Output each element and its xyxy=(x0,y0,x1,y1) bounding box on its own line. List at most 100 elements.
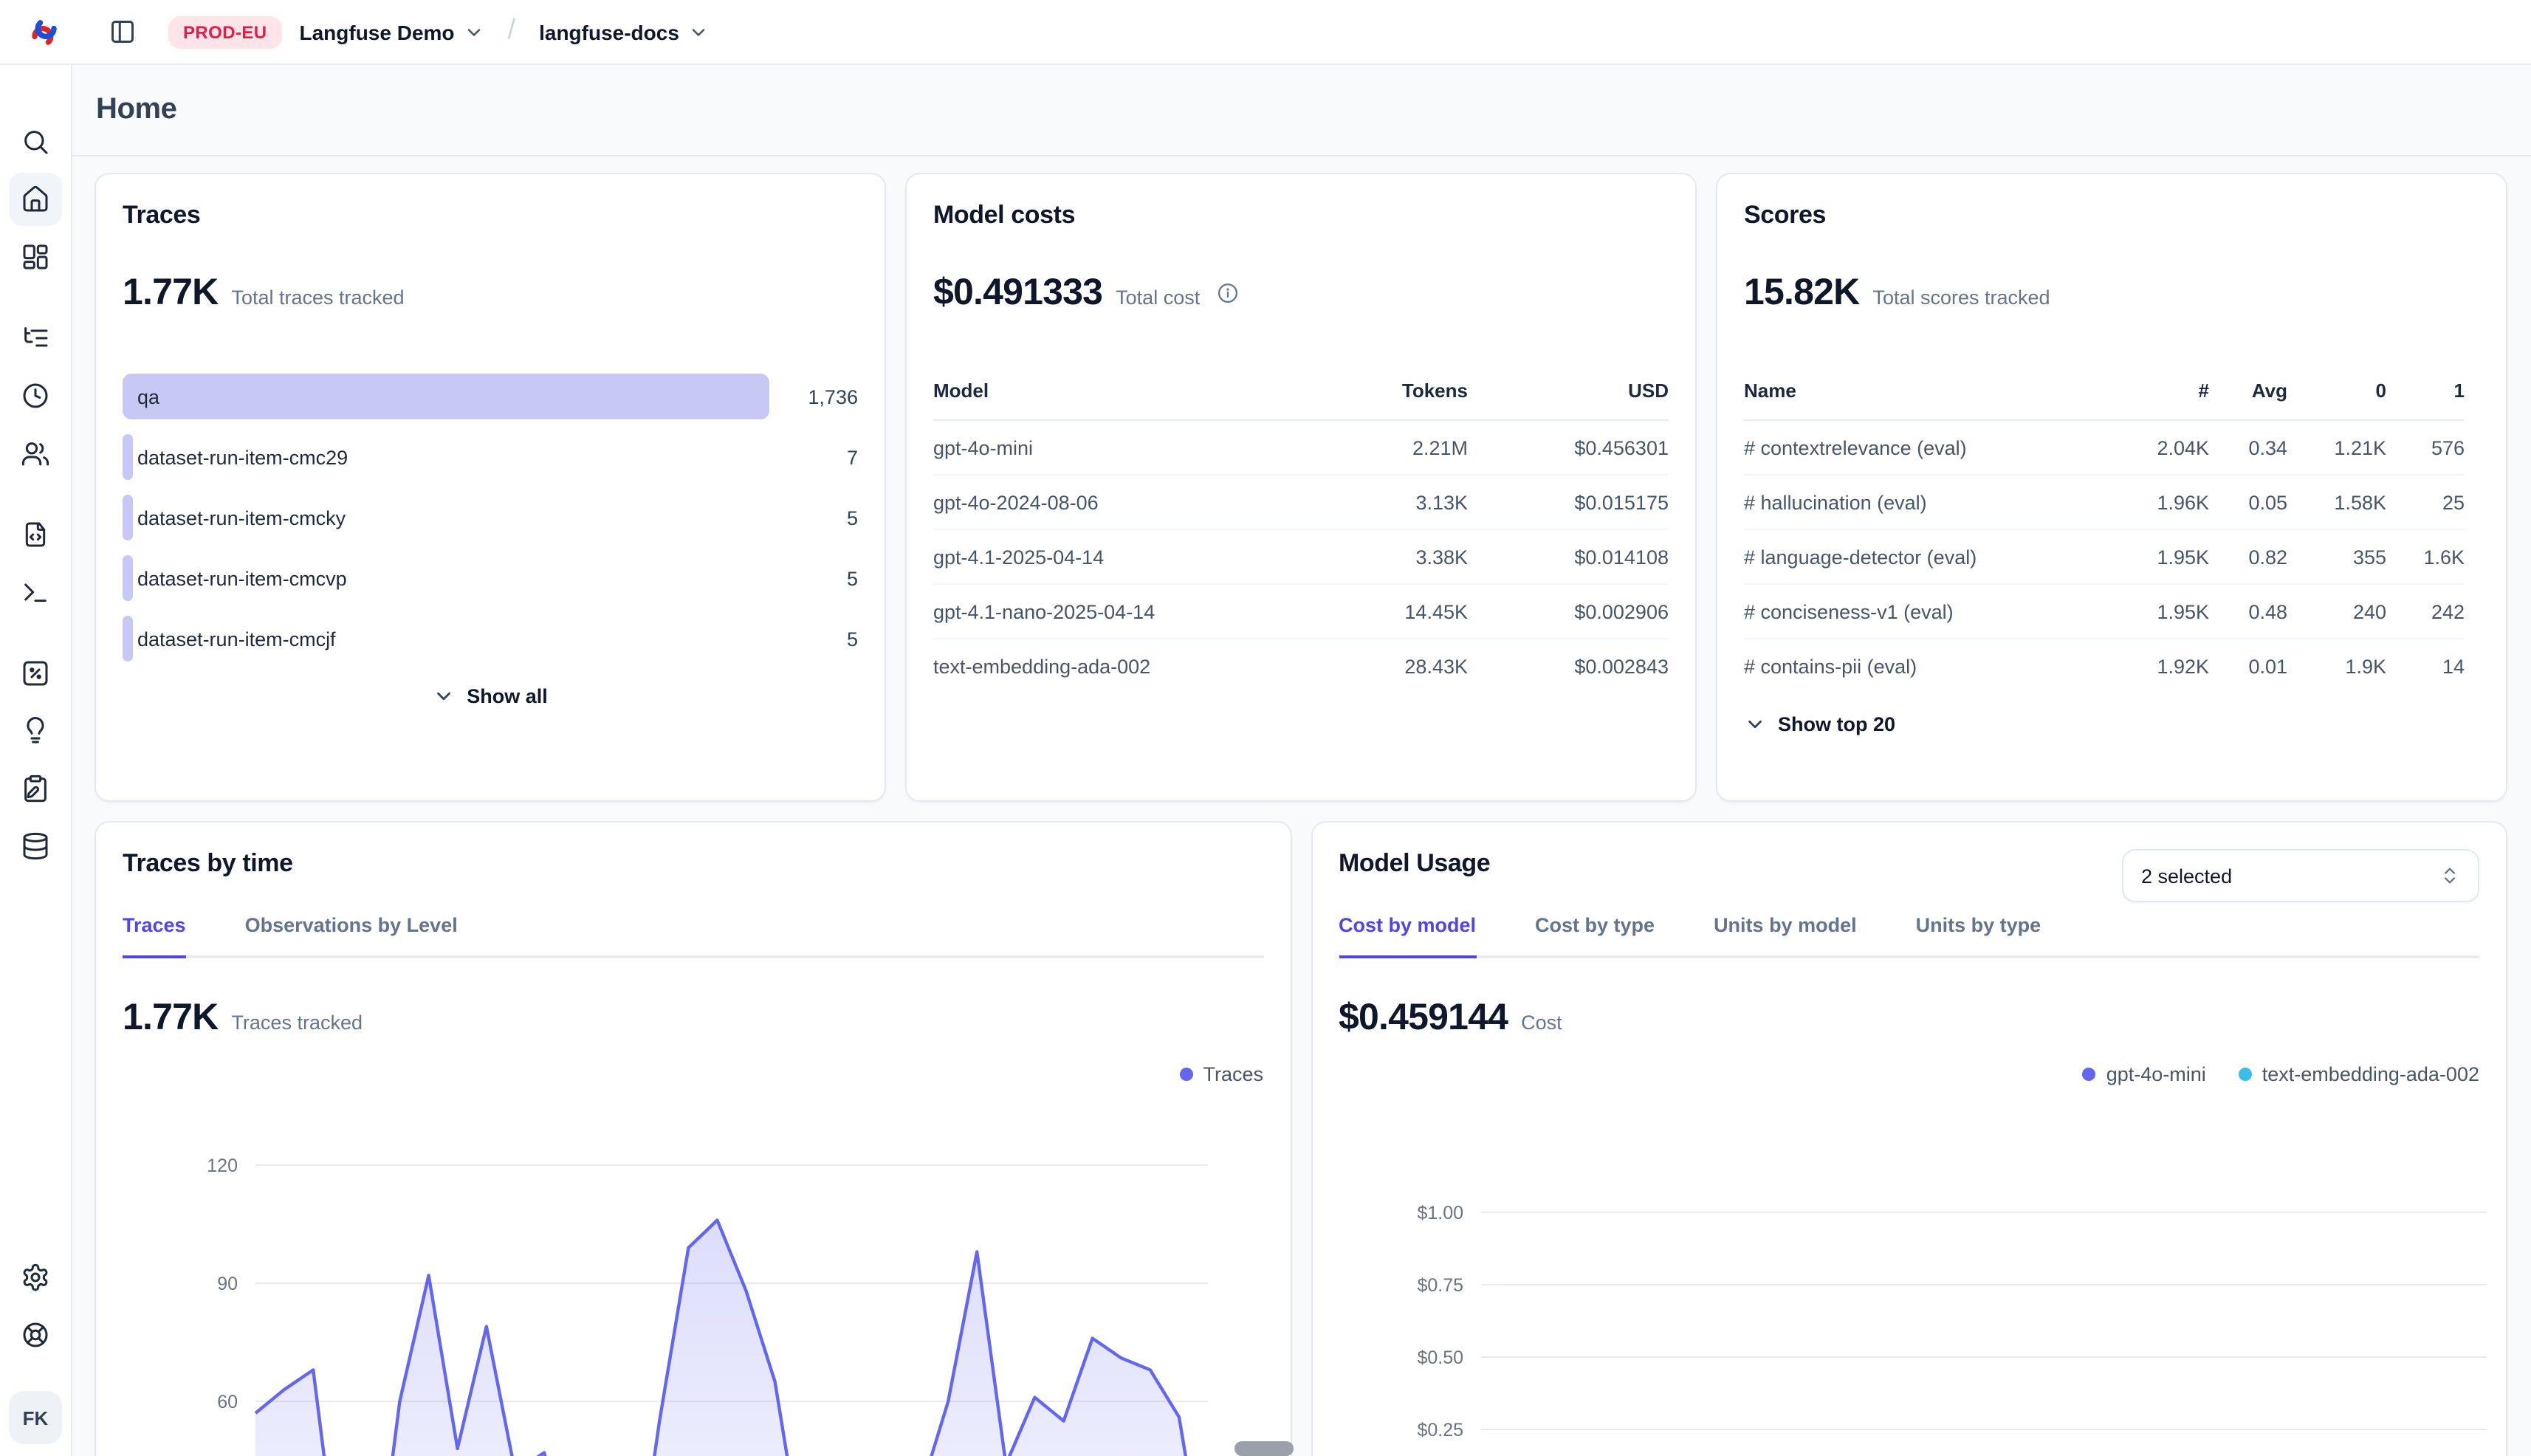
trace-bar xyxy=(123,616,132,662)
list-item[interactable]: dataset-run-item-cmc297 xyxy=(123,434,858,480)
tab-units-by-type[interactable]: Units by type xyxy=(1916,914,2041,958)
sidebar-item-dashboards[interactable] xyxy=(9,230,62,284)
list-item[interactable]: dataset-run-item-cmcky5 xyxy=(123,495,858,540)
database-icon xyxy=(21,831,50,861)
table-cell: 1.21K xyxy=(2287,436,2386,459)
table-cell: 14.45K xyxy=(1291,600,1468,622)
column-header: # xyxy=(2135,380,2209,402)
sidebar-item-sessions[interactable] xyxy=(9,369,62,422)
table-row: # conciseness-v1 (eval)1.95K0.48240242 xyxy=(1744,585,2465,639)
search-icon xyxy=(21,127,50,157)
sidebar-item-evals[interactable] xyxy=(9,704,62,758)
sidebar-item-annotation[interactable] xyxy=(9,762,62,815)
tab-observations-by-level[interactable]: Observations by Level xyxy=(245,914,458,958)
sidebar-item-prompts[interactable] xyxy=(9,508,62,561)
model-costs-metric: $0.491333 xyxy=(933,272,1102,315)
info-icon[interactable] xyxy=(1216,282,1238,304)
y-axis-tick-label: 60 xyxy=(217,1392,238,1412)
trace-bar xyxy=(123,555,132,601)
table-cell: 25 xyxy=(2386,491,2465,513)
list-item[interactable]: dataset-run-item-cmcvp5 xyxy=(123,555,858,601)
trace-name-label: dataset-run-item-cmcjf xyxy=(137,628,336,650)
chevron-down-icon xyxy=(433,685,455,707)
table-cell: # language-detector (eval) xyxy=(1744,546,2135,568)
chart-legend: gpt-4o-minitext-embedding-ada-002 xyxy=(1339,1063,2479,1085)
sidebar-item-support[interactable] xyxy=(9,1308,62,1361)
tab-cost-by-type[interactable]: Cost by type xyxy=(1535,914,1655,958)
table-cell: 576 xyxy=(2386,436,2465,459)
sidebar-item-search[interactable] xyxy=(9,115,62,168)
chevron-down-icon xyxy=(1744,713,1766,735)
column-header: Name xyxy=(1744,380,2135,402)
sidebar-item-users[interactable] xyxy=(9,427,62,480)
panel-left-icon xyxy=(109,18,136,46)
org-name: Langfuse Demo xyxy=(300,20,455,44)
list-item[interactable]: dataset-run-item-cmcjf5 xyxy=(123,616,858,662)
trace-name-label: dataset-run-item-cmcvp xyxy=(137,567,347,589)
project-name: langfuse-docs xyxy=(539,20,679,44)
horizontal-scrollbar-thumb[interactable] xyxy=(1234,1441,1294,1456)
settings-gear-icon xyxy=(21,1263,50,1292)
tab-cost-by-model[interactable]: Cost by model xyxy=(1339,914,1476,958)
sidebar-item-home[interactable] xyxy=(9,173,62,226)
model-usage-chart: $1.00$0.75$0.50$0.25 xyxy=(1339,1097,2486,1456)
show-all-button[interactable]: Show all xyxy=(123,685,858,707)
model-usage-tabs: Cost by model Cost by type Units by model U… xyxy=(1339,914,2479,958)
model-filter-select[interactable]: 2 selected xyxy=(2122,849,2479,902)
sidebar-item-datasets[interactable] xyxy=(9,820,62,873)
tab-units-by-model[interactable]: Units by model xyxy=(1714,914,1857,958)
traces-total-metric: 1.77K xyxy=(123,272,218,315)
scores-table: Name#Avg01# contextrelevance (eval)2.04K… xyxy=(1744,380,2479,694)
table-cell: 0.34 xyxy=(2209,436,2287,459)
table-cell: 1.96K xyxy=(2135,491,2209,513)
table-cell: # conciseness-v1 (eval) xyxy=(1744,600,2135,622)
table-cell: gpt-4o-mini xyxy=(933,436,1291,459)
y-axis-tick-label: $0.75 xyxy=(1416,1275,1463,1296)
table-cell: 1.95K xyxy=(2135,600,2209,622)
traces-tracked-label: Traces tracked xyxy=(231,1012,363,1034)
legend-dot xyxy=(1179,1068,1192,1081)
table-cell: 242 xyxy=(2386,600,2465,622)
org-switcher[interactable]: Langfuse Demo xyxy=(297,14,487,49)
project-switcher[interactable]: langfuse-docs xyxy=(536,14,712,49)
table-cell: 1.95K xyxy=(2135,546,2209,568)
sidebar-toggle-button[interactable] xyxy=(100,10,145,54)
model-usage-card: Model Usage 2 selected Cost by modelCost… xyxy=(1311,821,2507,1456)
column-header: Tokens xyxy=(1291,380,1468,402)
list-item[interactable]: qa1,736 xyxy=(123,374,858,419)
show-top-20-button[interactable]: Show top 20 xyxy=(1744,713,2479,735)
traces-by-time-card: Traces by time TracesObservations by Lev… xyxy=(95,821,1291,1456)
table-row: # language-detector (eval)1.95K0.823551.… xyxy=(1744,530,2465,585)
table-cell: 14 xyxy=(2386,656,2465,678)
sidebar-item-playground[interactable] xyxy=(9,566,62,619)
sidebar-item-settings[interactable] xyxy=(9,1251,62,1304)
page-header: Home xyxy=(72,65,2531,157)
table-row: # hallucination (eval)1.96K0.051.58K25 xyxy=(1744,475,2465,530)
model-costs-label: Total cost xyxy=(1116,286,1200,309)
lightbulb-icon xyxy=(21,716,50,746)
table-cell: 2.04K xyxy=(2135,436,2209,459)
user-avatar[interactable]: FK xyxy=(9,1391,62,1444)
trace-count: 7 xyxy=(847,446,858,468)
legend-label: Traces xyxy=(1203,1063,1263,1085)
clipboard-pen-icon xyxy=(21,774,50,803)
sidebar-item-tracing[interactable] xyxy=(9,312,62,365)
table-row: gpt-4o-2024-08-063.13K$0.015175 xyxy=(933,475,1669,530)
langfuse-logo[interactable] xyxy=(24,11,65,52)
column-header: 1 xyxy=(2386,380,2465,402)
users-icon xyxy=(21,439,50,468)
table-cell: 355 xyxy=(2287,546,2386,568)
dashboard-grid-icon xyxy=(21,242,50,272)
table-header-row: ModelTokensUSD xyxy=(933,380,1669,421)
home-icon xyxy=(21,185,50,214)
model-costs-table: ModelTokensUSDgpt-4o-mini2.21M$0.456301g… xyxy=(933,380,1669,694)
trace-count: 1,736 xyxy=(808,385,858,408)
tab-traces[interactable]: Traces xyxy=(123,914,186,958)
file-code-icon xyxy=(21,520,50,549)
table-cell: # contextrelevance (eval) xyxy=(1744,436,2135,459)
y-axis-tick-label: 90 xyxy=(217,1274,238,1294)
list-tree-icon xyxy=(21,323,50,353)
legend-label: gpt-4o-mini xyxy=(2106,1063,2206,1085)
sidebar: FK xyxy=(0,65,72,1456)
sidebar-item-scores[interactable] xyxy=(9,647,62,700)
